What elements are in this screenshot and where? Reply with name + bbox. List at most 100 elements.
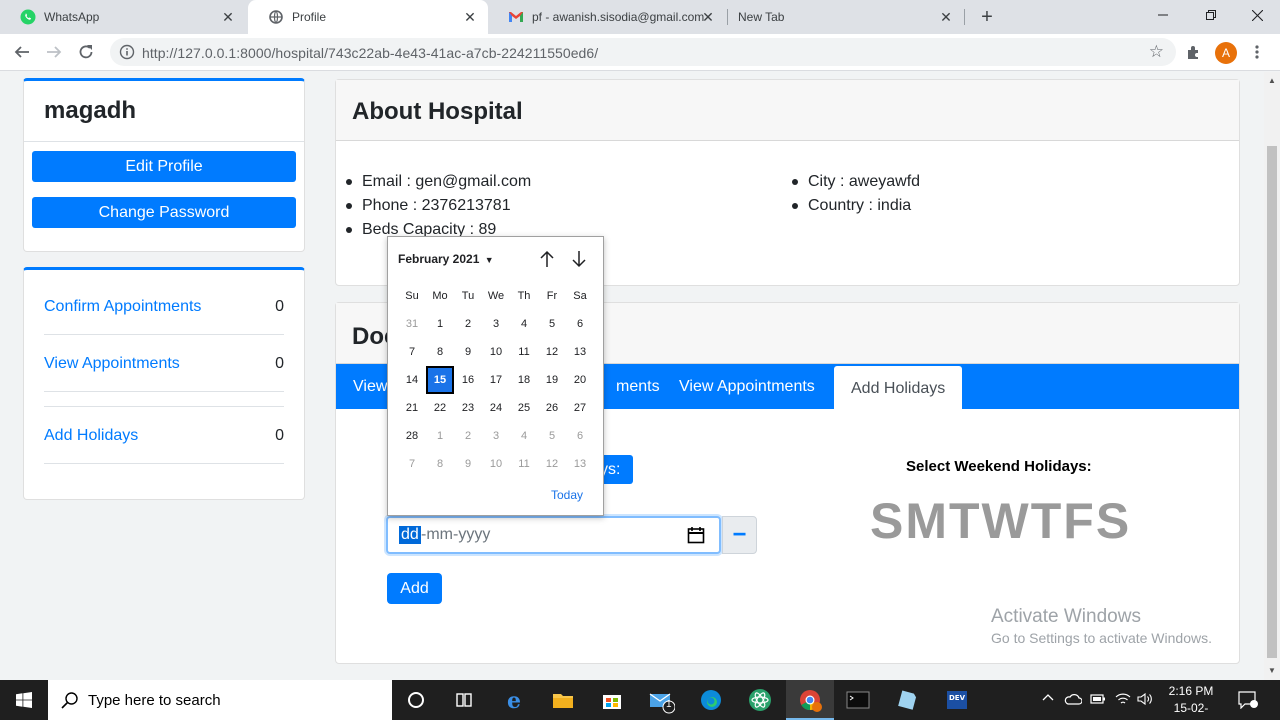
calendar-day[interactable]: 18 <box>510 366 538 394</box>
profile-avatar[interactable]: A <box>1215 42 1237 64</box>
new-tab-button[interactable]: + <box>976 6 998 28</box>
calendar-day[interactable]: 5 <box>538 310 566 338</box>
extensions-icon[interactable] <box>1182 40 1206 64</box>
calendar-day[interactable]: 2 <box>454 422 482 450</box>
calendar-day[interactable]: 14 <box>398 366 426 394</box>
restore-icon[interactable] <box>1188 0 1234 30</box>
sidebar-item-label[interactable]: View Appointments <box>44 355 180 373</box>
calendar-day[interactable]: 21 <box>398 394 426 422</box>
add-holiday-button[interactable]: Add <box>387 573 442 604</box>
calendar-day[interactable]: 1 <box>426 422 454 450</box>
tab-whatsapp[interactable]: WhatsApp ✕ <box>0 0 246 34</box>
calendar-day[interactable]: 20 <box>566 366 594 394</box>
onedrive-icon[interactable] <box>1064 692 1083 709</box>
calendar-day[interactable]: 23 <box>454 394 482 422</box>
tray-overflow-icon[interactable] <box>1042 692 1054 707</box>
calendar-day[interactable]: 5 <box>538 422 566 450</box>
bookmark-star-icon[interactable]: ☆ <box>1149 42 1164 62</box>
chrome-icon[interactable] <box>796 686 824 714</box>
notepad-icon[interactable] <box>893 686 921 714</box>
close-icon[interactable]: ✕ <box>938 9 954 25</box>
calendar-day[interactable]: 1 <box>426 310 454 338</box>
forward-icon[interactable] <box>42 40 66 64</box>
sidebar-item-label[interactable]: Add Holidays <box>44 427 138 445</box>
calendar-day[interactable]: 9 <box>454 450 482 478</box>
calendar-day[interactable]: 7 <box>398 450 426 478</box>
cortana-icon[interactable] <box>402 686 430 714</box>
close-icon[interactable]: ✕ <box>700 9 716 25</box>
calendar-day-selected[interactable]: 15 <box>426 366 454 394</box>
calendar-day[interactable]: 10 <box>482 450 510 478</box>
tab-new-tab[interactable]: New Tab ✕ <box>718 0 964 34</box>
date-rest-segment[interactable]: -mm-yyyy <box>421 526 490 544</box>
calendar-day[interactable]: 7 <box>398 338 426 366</box>
edit-profile-button[interactable]: Edit Profile <box>32 151 296 182</box>
calendar-day[interactable]: 25 <box>510 394 538 422</box>
calendar-day[interactable]: 17 <box>482 366 510 394</box>
calendar-day[interactable]: 6 <box>566 422 594 450</box>
holiday-date-input[interactable]: dd -mm-yyyy <box>386 516 721 554</box>
calendar-day[interactable]: 16 <box>454 366 482 394</box>
sidebar-item-label[interactable]: Confirm Appointments <box>44 298 201 316</box>
month-selector[interactable]: February 2021 ▼ <box>398 252 494 266</box>
calendar-day[interactable]: 2 <box>454 310 482 338</box>
calendar-day[interactable]: 8 <box>426 450 454 478</box>
close-icon[interactable]: ✕ <box>462 9 478 25</box>
info-icon[interactable] <box>119 44 135 60</box>
reload-icon[interactable] <box>74 40 98 64</box>
calendar-day[interactable]: 11 <box>510 450 538 478</box>
calendar-day[interactable]: 4 <box>510 310 538 338</box>
calendar-day[interactable]: 26 <box>538 394 566 422</box>
calendar-day[interactable]: 12 <box>538 450 566 478</box>
taskbar-search-box[interactable]: Type here to search <box>48 680 392 720</box>
taskbar-clock[interactable]: 2:16 PM 15-02-2021 <box>1161 683 1221 720</box>
battery-icon[interactable] <box>1090 693 1106 708</box>
back-icon[interactable] <box>10 40 34 64</box>
dev-app-icon[interactable]: DEV <box>943 686 971 714</box>
calendar-day[interactable]: 6 <box>566 310 594 338</box>
minimize-icon[interactable] <box>1140 0 1186 30</box>
calendar-day[interactable]: 27 <box>566 394 594 422</box>
weekend-day-selector[interactable]: SMTWTFS <box>870 492 1131 550</box>
calendar-day[interactable]: 22 <box>426 394 454 422</box>
sidebar-item-add-holidays[interactable]: Add Holidays 0 <box>44 407 284 464</box>
tab-gmail[interactable]: pf - awanish.sisodia@gmail.com ✕ <box>488 0 726 34</box>
volume-icon[interactable] <box>1137 692 1153 709</box>
calendar-day[interactable]: 24 <box>482 394 510 422</box>
arrow-up-icon[interactable] <box>538 249 556 269</box>
calendar-day[interactable]: 12 <box>538 338 566 366</box>
calendar-day[interactable]: 3 <box>482 310 510 338</box>
scrollbar-thumb[interactable] <box>1267 146 1277 658</box>
tab-add-holidays[interactable]: Add Holidays <box>834 366 963 409</box>
edge-legacy-icon[interactable]: e <box>500 686 528 714</box>
close-window-icon[interactable] <box>1234 0 1280 30</box>
calendar-day[interactable]: 28 <box>398 422 426 450</box>
sidebar-item-view-appointments[interactable]: View Appointments 0 <box>44 335 284 392</box>
caret-down-icon[interactable]: ▼ <box>485 255 494 265</box>
tab-view-appointments[interactable]: View Appointments <box>662 364 832 409</box>
windows-start-icon[interactable] <box>0 680 48 720</box>
edge-icon[interactable] <box>697 686 725 714</box>
wifi-icon[interactable] <box>1115 692 1131 709</box>
calendar-day[interactable]: 4 <box>510 422 538 450</box>
address-bar[interactable]: http://127.0.0.1:8000/hospital/743c22ab-… <box>110 38 1176 66</box>
store-icon[interactable] <box>598 686 626 714</box>
terminal-icon[interactable] <box>844 686 872 714</box>
tab-profile[interactable]: Profile ✕ <box>248 0 488 34</box>
calendar-day[interactable]: 31 <box>398 310 426 338</box>
sidebar-item-confirm-appointments[interactable]: Confirm Appointments 0 <box>44 278 284 335</box>
scroll-up-icon[interactable]: ▲ <box>1268 76 1276 85</box>
task-view-icon[interactable] <box>450 686 478 714</box>
calendar-day[interactable]: 19 <box>538 366 566 394</box>
calendar-day[interactable]: 3 <box>482 422 510 450</box>
close-icon[interactable]: ✕ <box>220 9 236 25</box>
page-scrollbar[interactable]: ▲ ▼ <box>1264 72 1280 680</box>
calendar-day[interactable]: 10 <box>482 338 510 366</box>
scroll-down-icon[interactable]: ▼ <box>1268 666 1276 675</box>
calendar-day[interactable]: 8 <box>426 338 454 366</box>
calendar-day[interactable]: 13 <box>566 338 594 366</box>
today-button[interactable]: Today <box>551 488 583 502</box>
calendar-icon[interactable] <box>687 526 705 544</box>
date-day-segment[interactable]: dd <box>399 526 421 544</box>
arrow-down-icon[interactable] <box>570 249 588 269</box>
